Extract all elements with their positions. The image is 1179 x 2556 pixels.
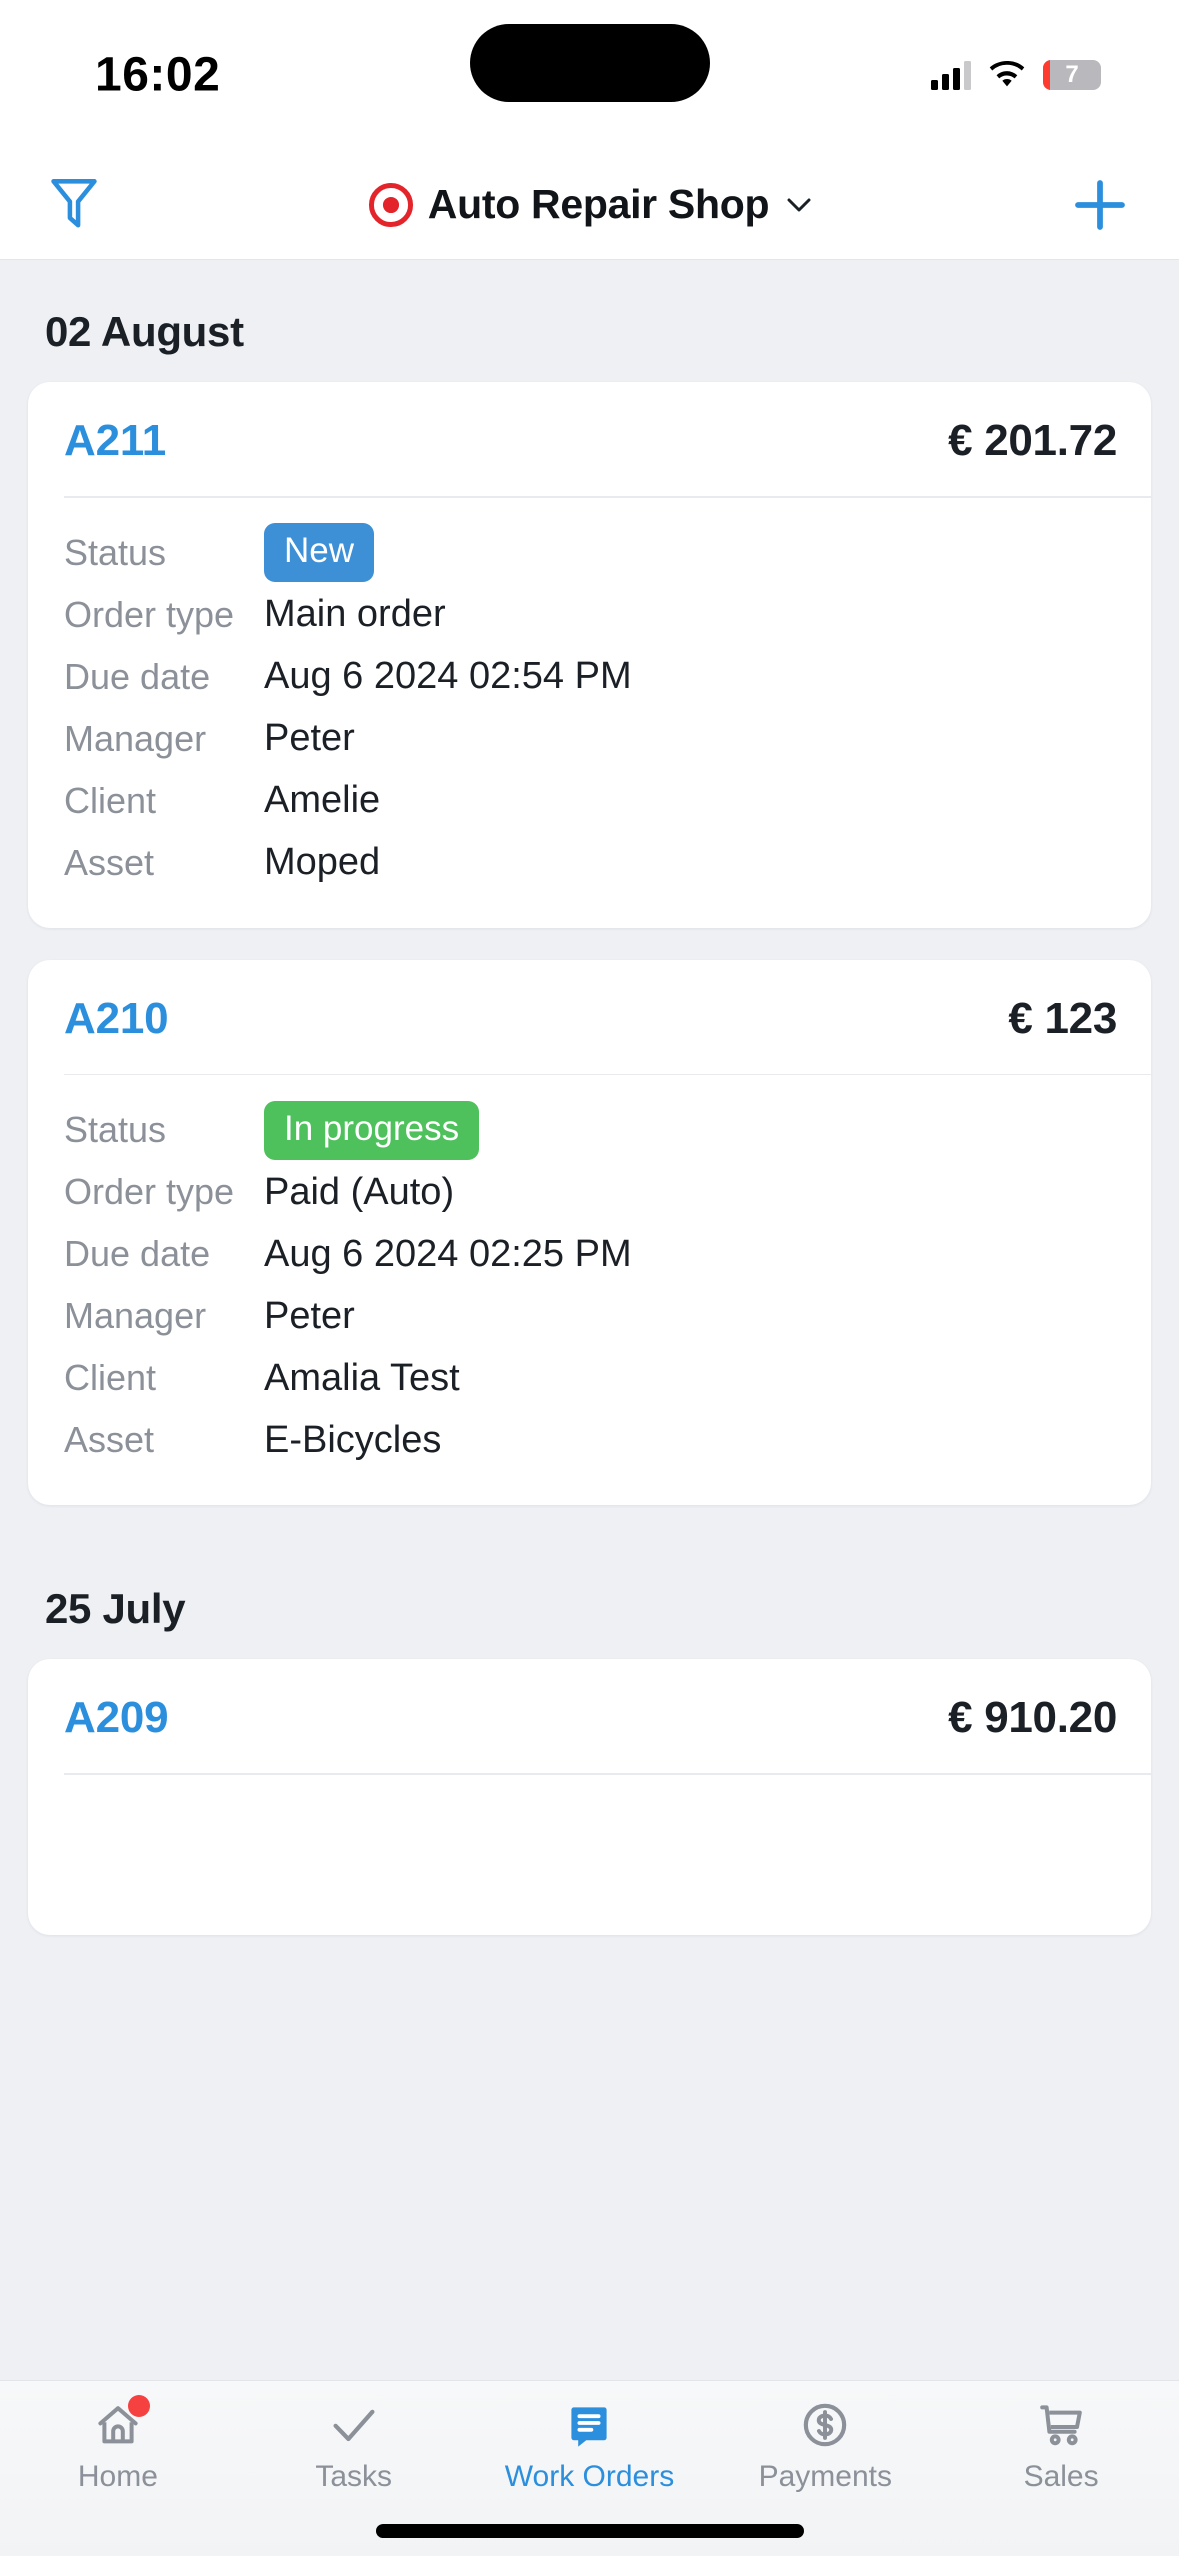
work-order-card[interactable]: A211 € 201.72 Status New Order type Main…	[28, 382, 1151, 928]
asset-value: E-Bicycles	[264, 1418, 442, 1461]
tab-payments[interactable]: Payments	[707, 2399, 943, 2494]
tab-work-orders[interactable]: Work Orders	[472, 2399, 708, 2494]
card-header: A209 € 910.20	[28, 1659, 1151, 1773]
work-order-card[interactable]: A209 € 910.20	[28, 1659, 1151, 1935]
tab-label-home: Home	[77, 2460, 158, 2493]
dynamic-island	[469, 24, 710, 102]
tab-sales[interactable]: Sales	[943, 2399, 1179, 2494]
order-id[interactable]: A209	[64, 1693, 169, 1743]
date-header: 25 July	[45, 1585, 186, 1632]
row-label-manager: Manager	[64, 717, 207, 759]
bottom-tab-bar: Home Tasks Work Orders Payments Sales	[0, 2380, 1179, 2556]
order-amount: € 201.72	[948, 416, 1117, 465]
notification-badge	[127, 2395, 150, 2417]
work-order-card[interactable]: A210 € 123 Status In progress Order type…	[28, 959, 1151, 1505]
tab-label-payments: Payments	[758, 2460, 892, 2493]
tab-label-work-orders: Work Orders	[504, 2460, 675, 2493]
row-label-due-date: Due date	[64, 1233, 211, 1274]
tab-tasks[interactable]: Tasks	[236, 2399, 472, 2494]
table-row: Manager Peter	[64, 708, 1115, 770]
chevron-down-icon	[787, 198, 811, 211]
status-icons: 7	[931, 60, 1101, 90]
row-label-order-type: Order type	[64, 1171, 235, 1212]
table-row: Due date Aug 6 2024 02:25 PM	[64, 1223, 1115, 1285]
order-type-value: Main order	[264, 593, 446, 635]
table-row: Client Amelie	[64, 770, 1115, 832]
row-label-asset: Asset	[64, 841, 155, 883]
row-label-order-type: Order type	[64, 593, 235, 635]
tab-label-tasks: Tasks	[315, 2460, 393, 2493]
date-header: 02 August	[45, 308, 244, 355]
due-date-value: Aug 6 2024 02:25 PM	[264, 1232, 632, 1275]
home-indicator	[375, 2524, 804, 2538]
card-body	[28, 1775, 1151, 1935]
tab-label-sales: Sales	[1023, 2460, 1099, 2493]
navigation-bar: Auto Repair Shop	[0, 150, 1179, 260]
order-id[interactable]: A210	[64, 994, 169, 1044]
card-body: Status In progress Order type Paid (Auto…	[28, 1075, 1151, 1505]
manager-value: Peter	[264, 1294, 355, 1337]
asset-value: Moped	[264, 841, 381, 883]
row-label-due-date: Due date	[64, 655, 211, 697]
target-icon	[368, 182, 413, 227]
manager-value: Peter	[264, 717, 355, 759]
home-icon	[90, 2395, 150, 2451]
client-value: Amalia Test	[264, 1356, 460, 1399]
filter-icon[interactable]	[45, 176, 103, 234]
tab-home[interactable]: Home	[0, 2395, 236, 2494]
row-label-status: Status	[64, 531, 167, 573]
row-label-asset: Asset	[64, 1419, 155, 1460]
table-row: Status In progress	[64, 1099, 1115, 1161]
status-badge: In progress	[264, 1100, 480, 1160]
card-header: A211 € 201.72	[28, 382, 1151, 496]
client-value: Amelie	[264, 779, 381, 821]
status-badge: New	[264, 523, 375, 582]
table-row: Asset E-Bicycles	[64, 1409, 1115, 1471]
table-row: Asset Moped	[64, 832, 1115, 894]
order-id[interactable]: A211	[64, 416, 166, 466]
row-label-client: Client	[64, 779, 157, 821]
order-amount: € 123	[1008, 993, 1117, 1043]
work-orders-icon	[561, 2399, 617, 2451]
work-orders-list[interactable]: 02 August A211 € 201.72 Status New Order…	[0, 260, 1179, 2556]
due-date-value: Aug 6 2024 02:54 PM	[264, 655, 632, 697]
card-body: Status New Order type Main order Due dat…	[28, 498, 1151, 928]
wifi-icon	[989, 61, 1025, 87]
plus-icon[interactable]	[1069, 174, 1131, 236]
check-icon	[326, 2399, 382, 2451]
cellular-signal-icon	[931, 60, 971, 90]
shopping-cart-icon	[1033, 2399, 1089, 2451]
battery-icon: 7	[1043, 60, 1101, 90]
table-row: Status New	[64, 522, 1115, 584]
battery-level: 7	[1065, 61, 1079, 88]
table-row: Order type Paid (Auto)	[64, 1161, 1115, 1223]
status-bar: 16:02 7	[0, 0, 1179, 150]
row-label-client: Client	[64, 1357, 157, 1398]
page-title: Auto Repair Shop	[427, 181, 770, 227]
table-row: Client Amalia Test	[64, 1347, 1115, 1409]
table-row: Order type Main order	[64, 584, 1115, 646]
card-header: A210 € 123	[28, 960, 1151, 1074]
order-type-value: Paid (Auto)	[264, 1170, 455, 1213]
row-label-status: Status	[64, 1109, 167, 1150]
dollar-circle-icon	[797, 2399, 853, 2451]
order-amount: € 910.20	[948, 1693, 1117, 1742]
status-time: 16:02	[95, 48, 221, 102]
table-row: Manager Peter	[64, 1285, 1115, 1347]
shop-selector[interactable]: Auto Repair Shop	[368, 181, 811, 228]
row-label-manager: Manager	[64, 1295, 207, 1336]
table-row: Due date Aug 6 2024 02:54 PM	[64, 646, 1115, 708]
